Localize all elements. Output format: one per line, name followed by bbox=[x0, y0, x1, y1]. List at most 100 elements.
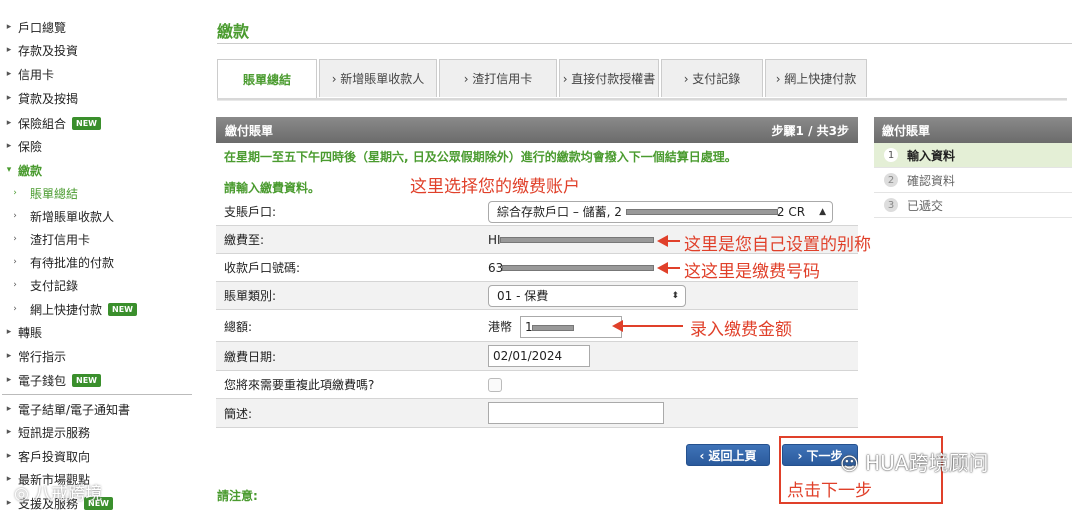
chevron-right-icon: › bbox=[13, 257, 17, 267]
sidebar-subitem-bill-summary[interactable]: › 賬單總結 bbox=[0, 182, 78, 204]
page-title: 繳款 bbox=[217, 22, 250, 41]
sidebar-item-investment-profile[interactable]: ▸ 客戶投資取向 bbox=[0, 445, 90, 467]
chevron-right-icon: › bbox=[13, 234, 17, 244]
sidebar-item-sms-alerts[interactable]: ▸ 短訊提示服務 bbox=[0, 421, 90, 443]
annotation-alias: 这里是您自己设置的别称 bbox=[684, 235, 871, 255]
repeat-label: 您將來需要重複此項繳費嗎? bbox=[224, 378, 375, 392]
chevron-right-icon: ▸ bbox=[6, 404, 12, 414]
step-item-enter: 1 輸入資料 bbox=[874, 143, 1072, 168]
watermark-logo-icon: ◎ bbox=[14, 484, 29, 504]
step-indicator: 步驟1 / 共3步 bbox=[771, 123, 849, 138]
sidebar-nav: ▸ 戶口總覽 ▸ 存款及投資 ▸ 信用卡 ▸ 貸款及按揭 ▸ 保險組合 NEW ▸ 保險 ▾ 繳… bbox=[0, 0, 195, 511]
sidebar-item-standing-instructions[interactable]: ▸ 常行指示 bbox=[0, 345, 66, 367]
redaction-bar bbox=[500, 237, 654, 243]
chevron-right-icon: › bbox=[13, 280, 17, 290]
payee-account-label: 收款戶口號碼: bbox=[224, 261, 301, 275]
payee-account-value: 63 bbox=[488, 260, 504, 275]
chevron-right-icon: › bbox=[13, 211, 17, 221]
chevron-right-icon: ▸ bbox=[6, 69, 12, 79]
chevron-right-icon: › bbox=[13, 188, 17, 198]
repeat-checkbox[interactable] bbox=[488, 377, 502, 392]
annotation-arrow-line bbox=[666, 267, 680, 269]
pay-date-input[interactable]: 02/01/2024 bbox=[488, 345, 590, 367]
watermark-right: ☺ HUA跨境顾问 bbox=[840, 451, 989, 475]
chevron-right-icon: ▸ bbox=[6, 22, 12, 32]
title-divider bbox=[217, 43, 1072, 44]
dropdown-caret-icon: ▲ bbox=[819, 206, 826, 217]
sidebar-item-e-statements[interactable]: ▸ 電子結單/電子通知書 bbox=[0, 398, 130, 420]
sidebar-subitem-pending-payments[interactable]: › 有待批准的付款 bbox=[0, 251, 114, 273]
chevron-right-icon: › bbox=[13, 304, 17, 314]
tab-bar: 賬單總結 › 新增賬單收款人 › 渣打信用卡 › 直接付款授權書 › 支付記錄 … bbox=[217, 59, 869, 99]
annotation-number: 这这里是缴费号码 bbox=[684, 262, 820, 282]
sidebar-item-e-wallet[interactable]: ▸ 電子錢包 NEW bbox=[0, 369, 101, 391]
chevron-right-icon: ▸ bbox=[6, 451, 12, 461]
sidebar-item-deposits[interactable]: ▸ 存款及投資 bbox=[0, 39, 78, 61]
amount-label: 總額: bbox=[224, 320, 253, 334]
redaction-bar bbox=[532, 325, 574, 331]
sidebar-item-insurance-portfolio[interactable]: ▸ 保險組合 NEW bbox=[0, 112, 101, 134]
chevron-right-icon: ▸ bbox=[6, 141, 12, 151]
sidebar-subitem-fps[interactable]: › 網上快捷付款 NEW bbox=[0, 298, 137, 320]
steps-panel: 繳付賬單 1 輸入資料 2 確認資料 3 已遞交 bbox=[874, 117, 1072, 218]
bill-type-select[interactable]: 01 - 保費 ⬍ bbox=[488, 284, 686, 307]
processing-notice: 在星期一至五下午四時後（星期六, 日及公眾假期除外）進行的繳款均會撥入下一個結算… bbox=[224, 150, 737, 164]
watermark-left: ◎ 八戒跨境 bbox=[14, 484, 103, 504]
form-row-pay-date: 繳費日期: 02/01/2024 bbox=[216, 342, 858, 371]
sidebar-subitem-add-payee[interactable]: › 新增賬單收款人 bbox=[0, 205, 114, 227]
debit-account-label: 支賬戶口: bbox=[224, 205, 277, 219]
panel-title: 繳付賬單 bbox=[225, 123, 274, 138]
form-row-repeat: 您將來需要重複此項繳費嗎? bbox=[216, 371, 858, 399]
redaction-bar bbox=[626, 209, 778, 215]
footer-note: 請注意: bbox=[217, 489, 258, 503]
sidebar-item-loans[interactable]: ▸ 貸款及按揭 bbox=[0, 87, 78, 109]
form-row-bill-type: 賬單類別: 01 - 保費 ⬍ bbox=[216, 282, 858, 310]
chevron-right-icon: ▸ bbox=[6, 351, 12, 361]
pay-date-label: 繳費日期: bbox=[224, 349, 277, 364]
back-button[interactable]: ‹ 返回上頁 bbox=[686, 444, 770, 466]
pay-bill-panel: 繳付賬單 步驟1 / 共3步 bbox=[216, 117, 858, 143]
sidebar-item-transfer[interactable]: ▸ 轉賬 bbox=[0, 321, 42, 343]
form-row-remark: 簡述: bbox=[216, 399, 858, 428]
annotation-arrow-line bbox=[666, 240, 680, 242]
chevron-right-icon: ▸ bbox=[6, 327, 12, 337]
bill-type-label: 賬單類別: bbox=[224, 289, 277, 303]
annotation-amount: 录入缴费金额 bbox=[690, 320, 792, 340]
remark-input[interactable] bbox=[488, 402, 664, 424]
redaction-bar bbox=[502, 265, 654, 271]
dropdown-caret-icon: ⬍ bbox=[671, 290, 679, 301]
new-badge: NEW bbox=[72, 373, 101, 387]
tab-add-payee[interactable]: › 新增賬單收款人 bbox=[319, 59, 437, 97]
step-item-confirm: 2 確認資料 bbox=[874, 168, 1072, 193]
sidebar-subitem-payment-history[interactable]: › 支付記錄 bbox=[0, 274, 78, 296]
remark-label: 簡述: bbox=[224, 406, 253, 421]
steps-header: 繳付賬單 bbox=[874, 117, 1072, 143]
form-prompt: 請輸入繳費資料。 bbox=[224, 181, 321, 195]
tab-sc-credit-card[interactable]: › 渣打信用卡 bbox=[439, 59, 557, 97]
new-badge: NEW bbox=[72, 116, 101, 130]
annotation-arrow-line bbox=[621, 325, 683, 327]
tab-underline-shadow bbox=[217, 100, 1067, 101]
pay-to-label: 繳費至: bbox=[224, 233, 265, 247]
chevron-right-icon: ▸ bbox=[6, 118, 12, 128]
chevron-right-icon: ▸ bbox=[6, 375, 12, 385]
chevron-down-icon: ▾ bbox=[6, 165, 12, 175]
chevron-right-icon: ▸ bbox=[6, 93, 12, 103]
new-badge: NEW bbox=[108, 302, 137, 316]
annotation-account: 这里选择您的缴费账户 bbox=[410, 177, 580, 197]
tab-fps[interactable]: › 網上快捷付款 bbox=[765, 59, 867, 97]
tab-direct-debit[interactable]: › 直接付款授權書 bbox=[559, 59, 659, 97]
chevron-right-icon: ▸ bbox=[6, 45, 12, 55]
sidebar-item-account-overview[interactable]: ▸ 戶口總覽 bbox=[0, 16, 66, 38]
form-row-debit-account: 支賬戶口: 綜合存款戶口 – 儲蓄, 2 2 CR ▲ bbox=[216, 198, 858, 226]
currency-label: 港幣 bbox=[488, 320, 513, 334]
tab-payment-history[interactable]: › 支付記錄 bbox=[661, 59, 763, 97]
tab-bill-summary[interactable]: 賬單總結 bbox=[217, 59, 317, 99]
sidebar-subitem-sc-credit-card[interactable]: › 渣打信用卡 bbox=[0, 228, 90, 250]
annotation-next: 点击下一步 bbox=[787, 481, 872, 501]
sidebar-item-payments[interactable]: ▾ 繳款 bbox=[0, 159, 42, 181]
sidebar-item-credit-card[interactable]: ▸ 信用卡 bbox=[0, 63, 54, 85]
pay-to-value: HI bbox=[488, 232, 501, 247]
step-item-submitted: 3 已遞交 bbox=[874, 193, 1072, 218]
sidebar-item-insurance[interactable]: ▸ 保險 bbox=[0, 135, 42, 157]
